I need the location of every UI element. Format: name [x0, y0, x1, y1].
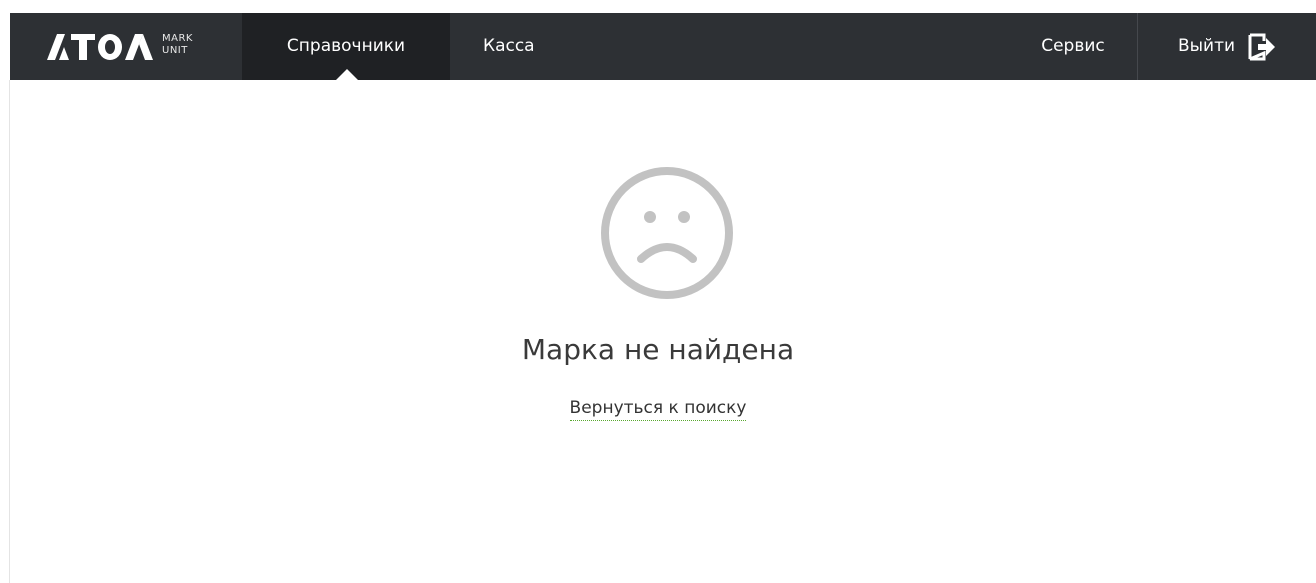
atol-logo-icon: [47, 34, 153, 60]
atol-logo[interactable]: MARK UNIT: [10, 13, 242, 80]
logout-icon: [1248, 33, 1276, 60]
app-window: MARK UNIT Справочники Касса Сервис Выйти…: [0, 0, 1316, 583]
tab-service[interactable]: Сервис: [1010, 13, 1136, 80]
logout-button[interactable]: Выйти: [1137, 13, 1316, 80]
logo-sub-line1: MARK: [162, 33, 193, 44]
back-link-container: Вернуться к поиску: [0, 398, 1316, 421]
logo-sub-line2: UNIT: [162, 45, 188, 56]
sad-face-icon: [601, 167, 733, 299]
back-to-search-link[interactable]: Вернуться к поиску: [569, 398, 747, 421]
top-navbar: MARK UNIT Справочники Касса Сервис Выйти: [10, 13, 1316, 80]
top-strip: [0, 0, 1316, 13]
logo-wordmark: [47, 34, 157, 65]
main-content: [10, 80, 1316, 583]
tab-cashier[interactable]: Касса: [450, 13, 560, 80]
not-found-message: Марка не найдена: [521, 333, 795, 366]
active-tab-indicator: [336, 69, 358, 80]
logout-label: Выйти: [1177, 36, 1236, 56]
logo-subtitle: MARK UNIT: [162, 33, 193, 57]
